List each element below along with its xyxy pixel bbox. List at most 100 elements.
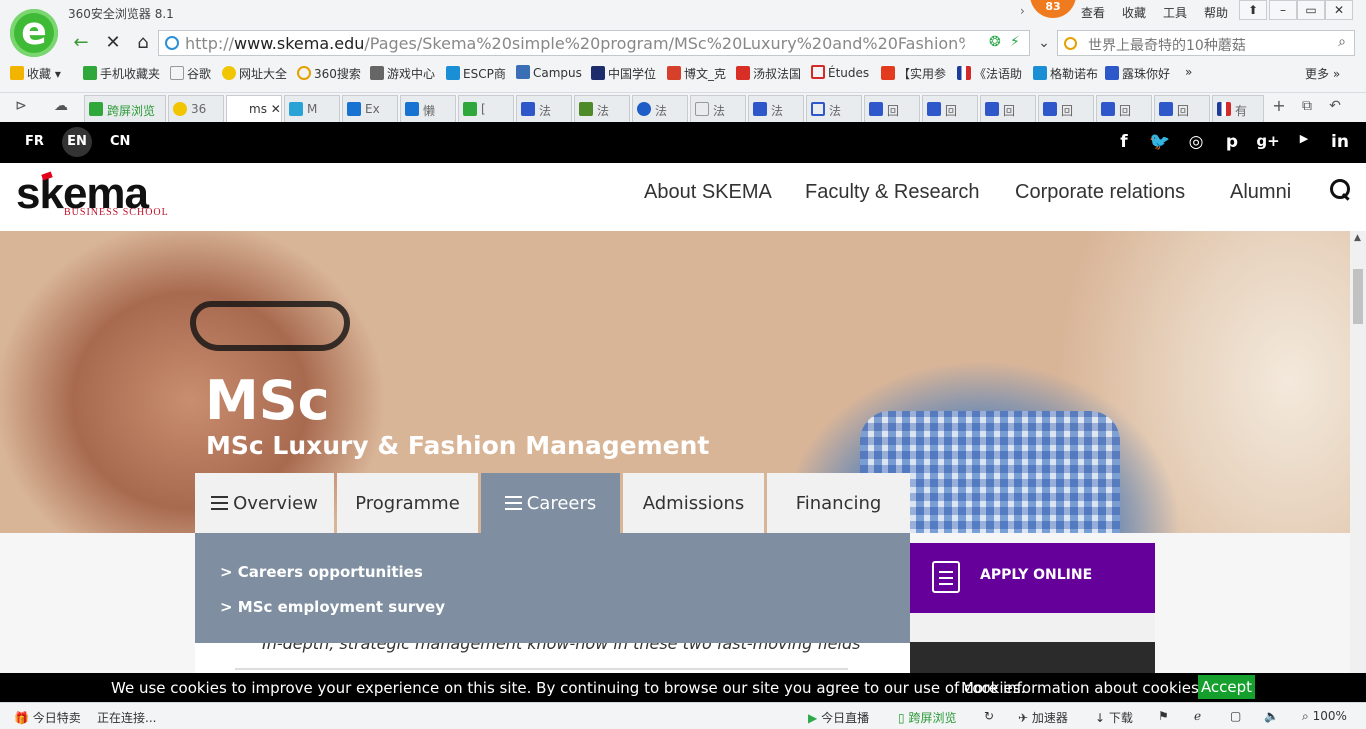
menu-help[interactable]: 帮助 (1204, 4, 1228, 21)
bookmarks-overflow-icon[interactable]: » (1185, 65, 1192, 79)
tab[interactable]: 回 (864, 95, 920, 123)
search-input[interactable]: 世界上最奇特的10种蘑菇 (1088, 35, 1246, 55)
lang-cn[interactable]: CN (110, 134, 130, 149)
lightning-icon[interactable]: ⚡ (1010, 34, 1020, 50)
nav-about[interactable]: About SKEMA (644, 181, 772, 204)
tab[interactable]: Ex (342, 95, 398, 123)
nav-corporate-relations[interactable]: Corporate relations (1015, 181, 1185, 204)
sidebar-toggle-icon[interactable]: ⊳ (8, 94, 34, 118)
tab[interactable]: 法 (690, 95, 746, 123)
link-employment-survey[interactable]: > MSc employment survey (220, 598, 445, 616)
bookmarks-more[interactable]: 更多 » (1305, 65, 1340, 82)
bookmark-item[interactable]: 露珠你好 (1105, 65, 1170, 82)
facebook-icon[interactable]: f (1112, 132, 1136, 152)
search-engine-icon[interactable] (1064, 37, 1077, 50)
flag-icon[interactable]: ⚑ (1158, 709, 1169, 723)
tab-active[interactable]: ms ✕ (226, 95, 282, 124)
tab[interactable]: 法 (632, 95, 688, 123)
tab[interactable]: 回 (980, 95, 1036, 123)
back-arrow-icon[interactable]: ← (68, 31, 94, 55)
tab[interactable]: 回 (1154, 95, 1210, 123)
bookmark-item[interactable]: 汤叔法国 (736, 65, 801, 82)
zoom-level[interactable]: ⌕ 100% (1302, 709, 1347, 724)
status-accelerator[interactable]: ✈ 加速器 (1018, 709, 1068, 726)
tab-admissions[interactable]: Admissions (623, 473, 764, 533)
pinterest-icon[interactable]: p (1220, 132, 1244, 152)
search-icon[interactable]: ⌕ (1338, 34, 1346, 50)
volume-icon[interactable]: 🔈 (1264, 709, 1279, 723)
tab-overview[interactable]: Overview (195, 473, 334, 533)
youtube-icon[interactable]: ▶ (1292, 132, 1316, 145)
lang-fr[interactable]: FR (25, 134, 44, 149)
tab-careers[interactable]: Careers (481, 473, 620, 533)
bookmark-item[interactable]: 《法语助 (957, 65, 1022, 82)
bookmark-item[interactable]: 手机收藏夹 (83, 65, 160, 82)
lang-en[interactable]: EN (62, 127, 92, 157)
link-careers-opportunities[interactable]: > Careers opportunities (220, 563, 423, 581)
bookmark-item[interactable]: ESCP商 (446, 65, 506, 82)
tab[interactable]: 法 (574, 95, 630, 123)
tab[interactable]: 懒 (400, 95, 456, 123)
window-icon[interactable]: ▢ (1230, 709, 1241, 723)
bookmark-item[interactable]: 网址大全 (222, 65, 287, 82)
tab[interactable]: 法 (748, 95, 804, 123)
home-icon[interactable]: ⌂ (130, 31, 156, 55)
tab[interactable]: 回 (1096, 95, 1152, 123)
skin-icon[interactable]: ⬆ (1239, 0, 1267, 20)
scroll-up-icon[interactable]: ▲ (1354, 233, 1361, 243)
tab[interactable]: 跨屏浏览 (84, 95, 166, 123)
status-deals[interactable]: 🎁 今日特卖 (14, 709, 81, 726)
tab-programme[interactable]: Programme (337, 473, 478, 533)
bookmark-item[interactable]: 游戏中心 (370, 65, 435, 82)
maximize-button[interactable]: ▭ (1297, 0, 1325, 20)
address-text[interactable]: http://www.skema.edu/Pages/Skema%20simpl… (185, 34, 965, 53)
menu-tools[interactable]: 工具 (1163, 4, 1187, 21)
bookmark-item[interactable]: 格勒诺布 (1033, 65, 1098, 82)
tab[interactable]: 回 (922, 95, 978, 123)
googleplus-icon[interactable]: g+ (1256, 132, 1280, 150)
notification-badge[interactable]: 83 (1030, 0, 1076, 18)
apply-online-button[interactable]: APPLY ONLINE (910, 543, 1155, 613)
refresh-icon[interactable]: ❂ (989, 34, 1001, 50)
ie-icon[interactable]: ℯ (1194, 709, 1201, 723)
cloud-icon[interactable]: ☁ (48, 94, 74, 118)
tab[interactable]: 回 (1038, 95, 1094, 123)
bookmark-item[interactable]: Campus (516, 65, 582, 80)
bookmark-item[interactable]: 博文_克 (667, 65, 726, 82)
bookmark-favorites[interactable]: 收藏 ▾ (10, 65, 61, 82)
bookmark-item[interactable]: 中国学位 (591, 65, 656, 82)
chevron-right-icon[interactable]: › (1020, 4, 1025, 18)
search-icon[interactable] (1330, 179, 1352, 201)
refresh-icon[interactable]: ↻ (984, 709, 994, 723)
search-box[interactable]: 世界上最奇特的10种蘑菇 ⌕ (1057, 30, 1355, 56)
bookmark-item[interactable]: 谷歌 (170, 65, 211, 82)
undo-close-icon[interactable]: ↶ (1322, 94, 1348, 118)
cookie-accept-button[interactable]: Accept (1198, 675, 1255, 699)
dropdown-chevron-icon[interactable]: ⌄ (1031, 31, 1057, 55)
status-cross-screen[interactable]: ▯ 跨屏浏览 (898, 709, 956, 726)
linkedin-icon[interactable]: in (1328, 132, 1352, 152)
close-button[interactable]: ✕ (1325, 0, 1353, 20)
tab-financing[interactable]: Financing (767, 473, 910, 533)
cookie-more-link[interactable]: More information about cookies (961, 679, 1199, 697)
menu-view[interactable]: 查看 (1081, 4, 1105, 21)
twitter-icon[interactable]: 🐦 (1148, 132, 1172, 152)
status-live[interactable]: ▶ 今日直播 (808, 709, 869, 726)
bookmark-item[interactable]: Études (811, 65, 869, 80)
tab[interactable]: 有 (1212, 95, 1264, 123)
bookmark-item[interactable]: 360搜索 (297, 65, 361, 82)
page-scrollbar[interactable]: ▲ (1350, 231, 1366, 673)
tab[interactable]: 法 (516, 95, 572, 123)
stop-icon[interactable]: ✕ (100, 31, 126, 55)
tab[interactable]: 36 (168, 95, 224, 123)
menu-favorites[interactable]: 收藏 (1122, 4, 1146, 21)
bookmark-item[interactable]: 【实用参 (881, 65, 946, 82)
new-tab-icon[interactable]: + (1266, 94, 1292, 118)
tab-list-icon[interactable]: ⧉ (1294, 94, 1320, 118)
tab[interactable]: 法 (806, 95, 862, 123)
nav-faculty-research[interactable]: Faculty & Research (805, 181, 980, 204)
nav-alumni[interactable]: Alumni (1230, 181, 1291, 204)
minimize-button[interactable]: – (1269, 0, 1297, 20)
tab[interactable]: M (284, 95, 340, 123)
status-download[interactable]: ↓ 下载 (1095, 709, 1133, 726)
